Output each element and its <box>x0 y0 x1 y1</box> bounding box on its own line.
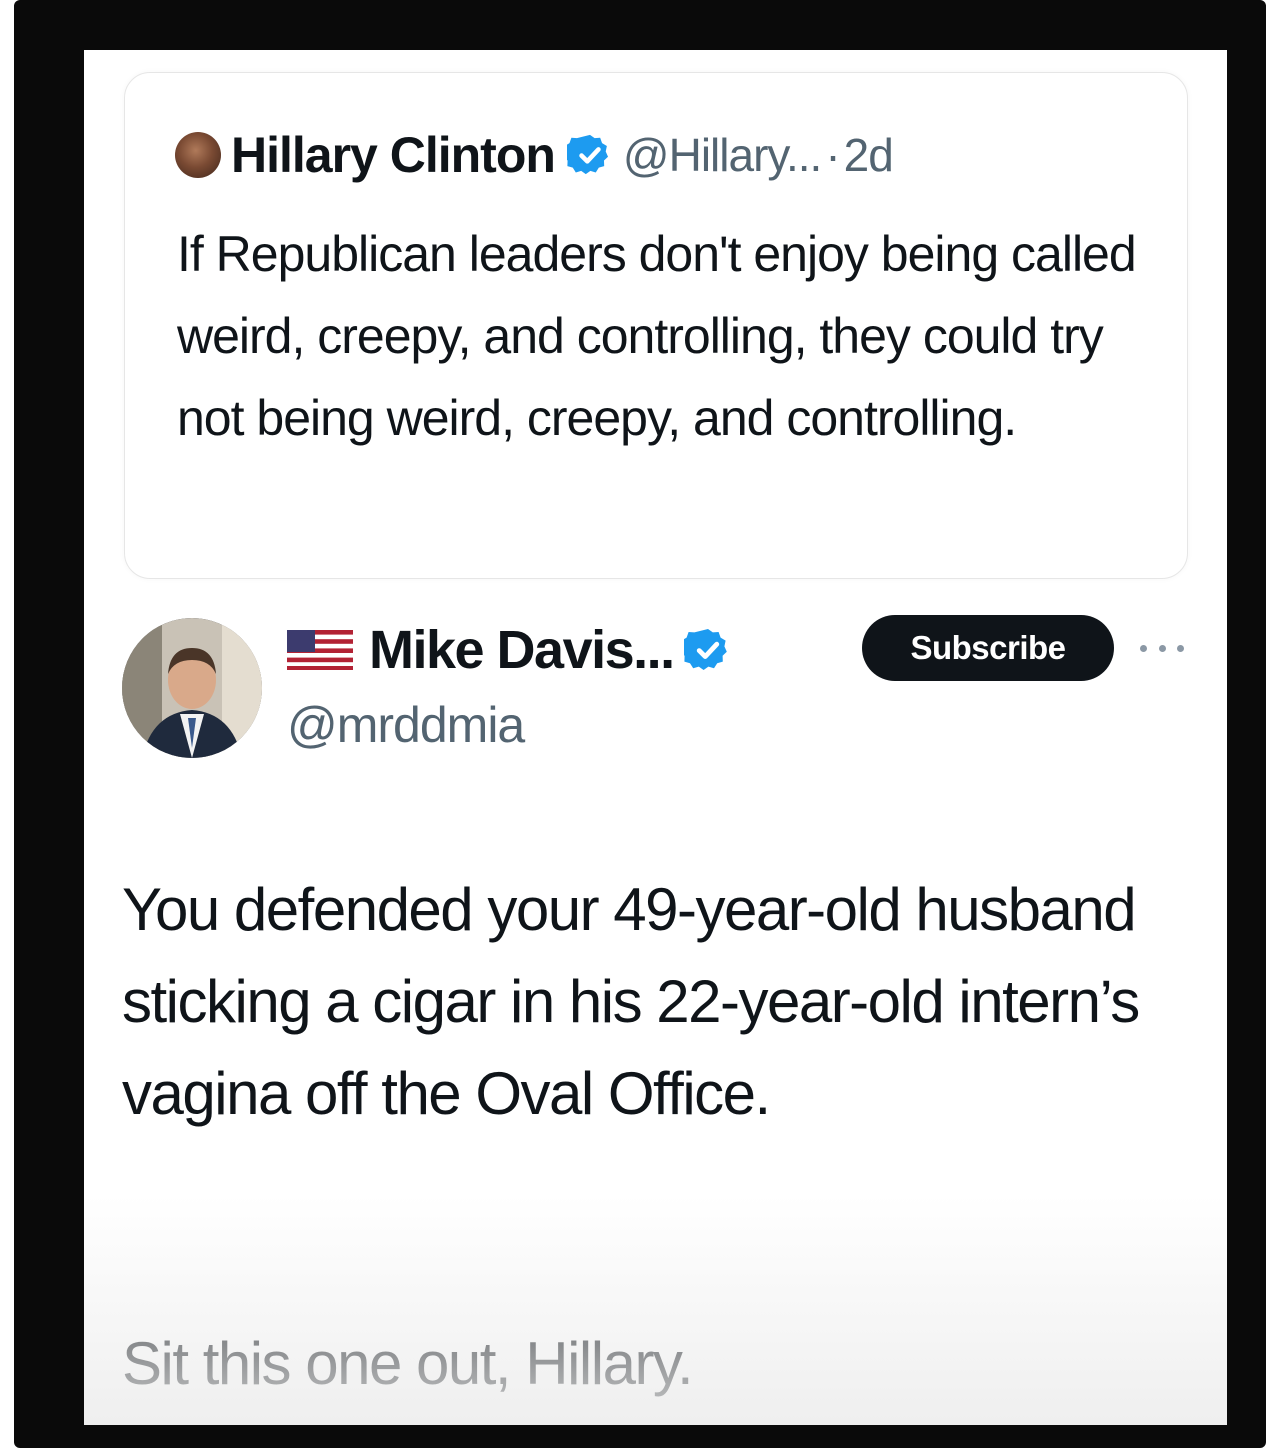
separator-dot: · <box>825 129 840 181</box>
reply-author-name[interactable]: Mike Davis... <box>369 619 675 681</box>
quoted-tweet-text: If Republican leaders don't enjoy being … <box>177 226 1137 446</box>
quoted-timestamp[interactable]: 2d <box>844 128 894 182</box>
reply-tweet-text: You defended your 49-year-old husband st… <box>122 876 1140 1127</box>
subscribe-button[interactable]: Subscribe <box>862 615 1114 681</box>
quoted-tweet-header: Hillary Clinton @Hillary... · 2d <box>175 125 894 185</box>
more-dot <box>1177 644 1184 652</box>
verified-badge-icon <box>683 629 727 670</box>
reply-author-name-row: Mike Davis... <box>287 618 732 682</box>
reply-author-handle[interactable]: @mrddmia <box>287 696 525 754</box>
photo-frame: Hillary Clinton @Hillary... · 2d If Repu… <box>14 0 1266 1448</box>
quoted-author-name[interactable]: Hillary Clinton <box>231 126 556 184</box>
avatar-portrait-icon <box>122 618 262 758</box>
verified-badge-icon <box>566 134 608 175</box>
more-dot <box>1140 644 1147 652</box>
screen: Hillary Clinton @Hillary... · 2d If Repu… <box>84 50 1227 1425</box>
us-flag-icon <box>287 630 353 670</box>
quoted-tweet-card[interactable]: Hillary Clinton @Hillary... · 2d If Repu… <box>124 72 1188 579</box>
more-dot <box>1158 644 1166 652</box>
reply-tweet-closing: Sit this one out, Hillary. <box>122 1330 694 1397</box>
more-horizontal-icon[interactable] <box>1140 628 1184 668</box>
quoted-author-avatar[interactable] <box>175 132 221 178</box>
reply-author-avatar[interactable] <box>122 618 262 758</box>
quoted-author-handle[interactable]: @Hillary... <box>623 128 822 182</box>
